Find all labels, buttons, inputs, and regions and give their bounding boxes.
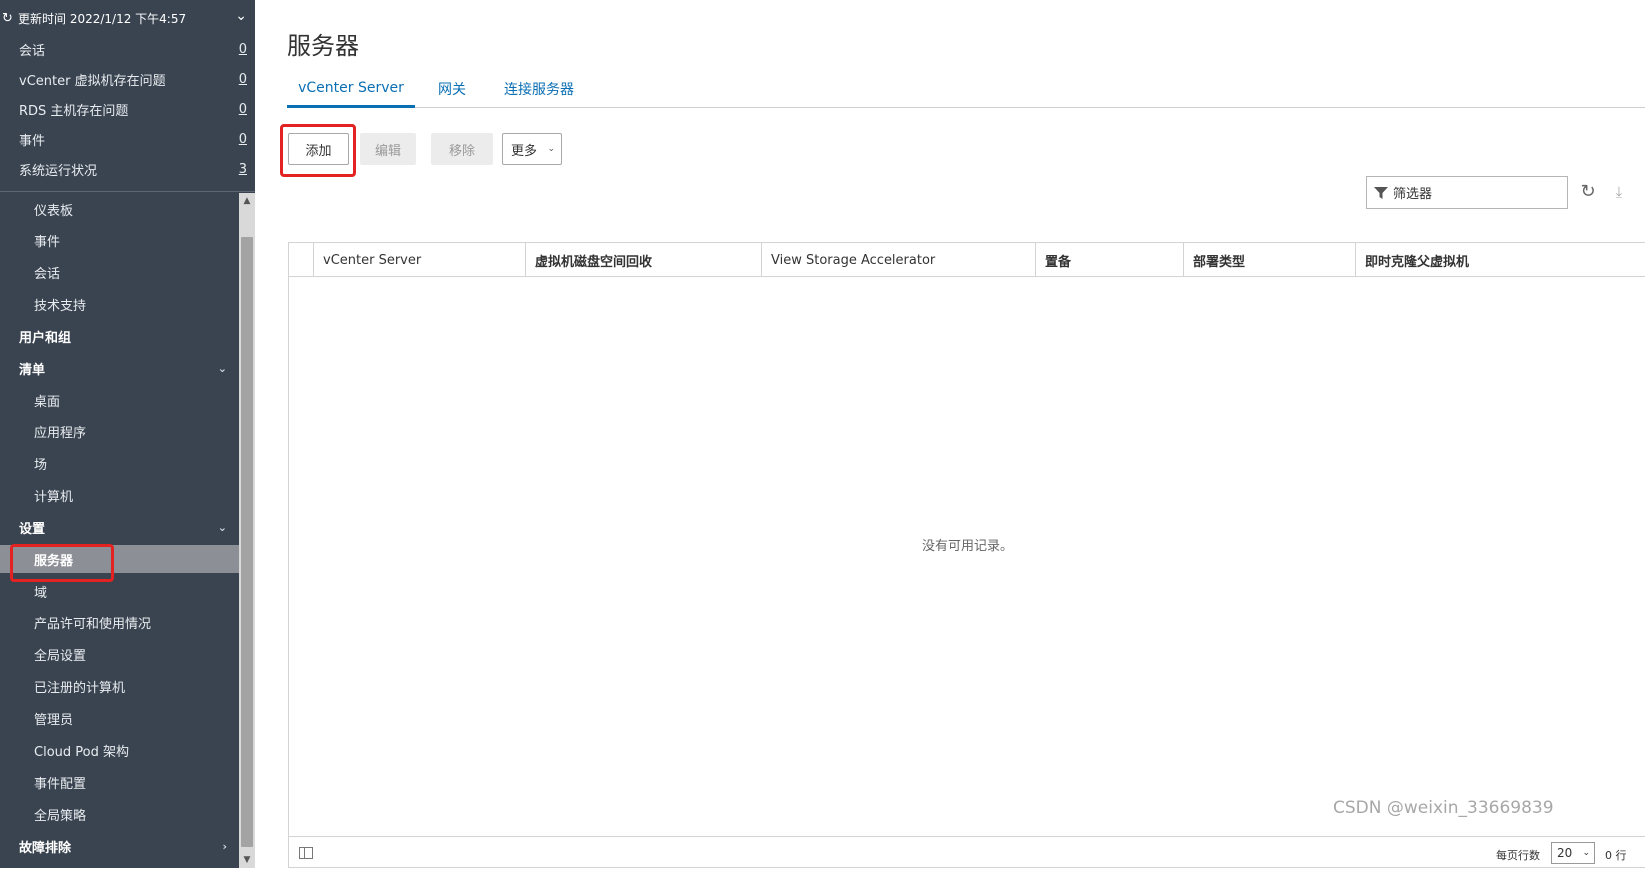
more-label: 更多 bbox=[511, 143, 538, 159]
column-header-disk-reclaim[interactable]: 虚拟机磁盘空间回收 bbox=[525, 243, 761, 277]
filter-input[interactable]: 筛选器 bbox=[1366, 176, 1568, 209]
scroll-up-arrow-icon[interactable]: ▲ bbox=[239, 193, 255, 209]
summary-count[interactable]: 3 bbox=[239, 162, 247, 177]
rows-per-page-value: 20 bbox=[1557, 846, 1573, 860]
summary-events[interactable]: 事件 0 bbox=[19, 128, 247, 150]
sidebar-item-administrators[interactable]: 管理员 bbox=[0, 704, 239, 732]
sidebar-item-dashboard[interactable]: 仪表板 bbox=[0, 195, 239, 223]
sidebar-item-machines[interactable]: 计算机 bbox=[0, 481, 239, 509]
summary-count[interactable]: 0 bbox=[239, 42, 247, 57]
sidebar-item-sessions[interactable]: 会话 bbox=[0, 258, 239, 286]
scroll-thumb[interactable] bbox=[241, 237, 253, 847]
chevron-right-icon[interactable]: › bbox=[222, 840, 227, 853]
sidebar-section-settings[interactable]: 设置 ⌄ bbox=[0, 513, 239, 541]
main-content: 服务器 vCenter Server 网关 连接服务器 添加 编辑 移除 更多 … bbox=[255, 0, 1645, 868]
summary-count[interactable]: 0 bbox=[239, 132, 247, 147]
refresh-icon[interactable]: ↻ bbox=[1578, 182, 1598, 202]
sidebar-nav: 仪表板 事件 会话 技术支持 用户和组 清单 ⌄ 桌面 应用程序 场 计算机 设… bbox=[0, 193, 255, 868]
section-label: 清单 bbox=[19, 362, 46, 378]
sidebar-scrollbar[interactable]: ▲ ▼ bbox=[239, 193, 255, 868]
column-header-deployment-type[interactable]: 部署类型 bbox=[1183, 243, 1355, 277]
empty-state-message: 没有可用记录。 bbox=[921, 539, 1013, 554]
summary-system-health[interactable]: 系统运行状况 3 bbox=[19, 158, 247, 180]
sidebar: ↻ 更新时间 2022/1/12 下午4:57 ⌄ 会话 0 vCenter 虚… bbox=[0, 0, 255, 868]
summary-label: 会话 bbox=[19, 43, 46, 59]
rows-per-page-label: 每页行数 bbox=[1496, 849, 1540, 862]
sidebar-item-support[interactable]: 技术支持 bbox=[0, 290, 239, 318]
scroll-down-arrow-icon[interactable]: ▼ bbox=[239, 852, 255, 868]
update-status[interactable]: ↻ 更新时间 2022/1/12 下午4:57 ⌄ bbox=[0, 8, 255, 28]
summary-label: vCenter 虚拟机存在问题 bbox=[19, 73, 166, 89]
chevron-down-icon: ⌄ bbox=[547, 144, 555, 154]
summary-sessions[interactable]: 会话 0 bbox=[19, 38, 247, 60]
sidebar-item-cloud-pod[interactable]: Cloud Pod 架构 bbox=[0, 736, 239, 764]
row-count: 0 行 bbox=[1605, 849, 1627, 862]
column-header-instant-clone-parent[interactable]: 即时克隆父虚拟机 bbox=[1355, 243, 1645, 277]
section-label: 故障排除 bbox=[19, 840, 72, 856]
chevron-down-icon[interactable]: ⌄ bbox=[235, 8, 247, 24]
summary-label: 事件 bbox=[19, 133, 46, 149]
section-label: 用户和组 bbox=[19, 330, 72, 346]
column-header-provisioning[interactable]: 置备 bbox=[1035, 243, 1183, 277]
sidebar-item-registered-machines[interactable]: 已注册的计算机 bbox=[0, 672, 239, 700]
sidebar-section-troubleshooting[interactable]: 故障排除 › bbox=[0, 832, 239, 860]
sidebar-item-event-config[interactable]: 事件配置 bbox=[0, 768, 239, 796]
servers-table: vCenter Server 虚拟机磁盘空间回收 View Storage Ac… bbox=[288, 242, 1645, 868]
column-toggle-icon[interactable] bbox=[299, 847, 313, 859]
sidebar-item-global-settings[interactable]: 全局设置 bbox=[0, 640, 239, 668]
sidebar-item-domains[interactable]: 域 bbox=[0, 577, 239, 605]
sidebar-item-servers[interactable]: 服务器 bbox=[0, 545, 239, 573]
tab-gateways[interactable]: 网关 bbox=[427, 70, 477, 108]
summary-count[interactable]: 0 bbox=[239, 72, 247, 87]
download-icon[interactable]: ⤓ bbox=[1609, 182, 1629, 202]
table-footer: 每页行数 20 ⌄ 0 行 bbox=[289, 836, 1645, 869]
refresh-icon[interactable]: ↻ bbox=[2, 11, 18, 26]
update-time: 更新时间 2022/1/12 下午4:57 bbox=[18, 11, 187, 26]
rows-per-page-select[interactable]: 20 ⌄ bbox=[1551, 842, 1595, 864]
summary-count[interactable]: 0 bbox=[239, 102, 247, 117]
chevron-down-icon[interactable]: ⌄ bbox=[218, 362, 227, 375]
remove-button[interactable]: 移除 bbox=[431, 133, 493, 165]
sidebar-item-farms[interactable]: 场 bbox=[0, 449, 239, 477]
add-button[interactable]: 添加 bbox=[288, 133, 349, 165]
sidebar-item-events[interactable]: 事件 bbox=[0, 226, 239, 254]
tab-bar: vCenter Server 网关 连接服务器 bbox=[287, 70, 1645, 108]
summary-panel: ↻ 更新时间 2022/1/12 下午4:57 ⌄ 会话 0 vCenter 虚… bbox=[0, 0, 255, 192]
summary-rds-host-issues[interactable]: RDS 主机存在问题 0 bbox=[19, 98, 247, 120]
page-title: 服务器 bbox=[287, 32, 359, 60]
summary-vcenter-vm-issues[interactable]: vCenter 虚拟机存在问题 0 bbox=[19, 68, 247, 90]
tab-vcenter-server[interactable]: vCenter Server bbox=[287, 70, 415, 108]
sidebar-item-desktops[interactable]: 桌面 bbox=[0, 386, 239, 414]
summary-label: RDS 主机存在问题 bbox=[19, 103, 129, 119]
app-window: ↻ 更新时间 2022/1/12 下午4:57 ⌄ 会话 0 vCenter 虚… bbox=[0, 0, 1645, 868]
column-header-vcenter[interactable]: vCenter Server bbox=[313, 243, 525, 277]
summary-label: 系统运行状况 bbox=[19, 163, 98, 179]
table-header: vCenter Server 虚拟机磁盘空间回收 View Storage Ac… bbox=[289, 243, 1645, 277]
sidebar-item-applications[interactable]: 应用程序 bbox=[0, 417, 239, 445]
sidebar-section-inventory[interactable]: 清单 ⌄ bbox=[0, 354, 239, 382]
sidebar-item-global-policies[interactable]: 全局策略 bbox=[0, 800, 239, 828]
sidebar-item-licensing[interactable]: 产品许可和使用情况 bbox=[0, 608, 239, 636]
filter-icon bbox=[1374, 186, 1388, 199]
more-dropdown[interactable]: 更多 ⌄ bbox=[502, 133, 562, 165]
tab-connection-servers[interactable]: 连接服务器 bbox=[491, 70, 587, 108]
chevron-down-icon[interactable]: ⌄ bbox=[218, 521, 227, 534]
sidebar-item-users-groups[interactable]: 用户和组 bbox=[0, 322, 239, 350]
filter-placeholder: 筛选器 bbox=[1393, 187, 1433, 202]
section-label: 设置 bbox=[19, 521, 46, 537]
edit-button[interactable]: 编辑 bbox=[360, 133, 416, 165]
chevron-down-icon: ⌄ bbox=[1582, 848, 1590, 858]
column-header-storage-accelerator[interactable]: View Storage Accelerator bbox=[761, 243, 1035, 277]
